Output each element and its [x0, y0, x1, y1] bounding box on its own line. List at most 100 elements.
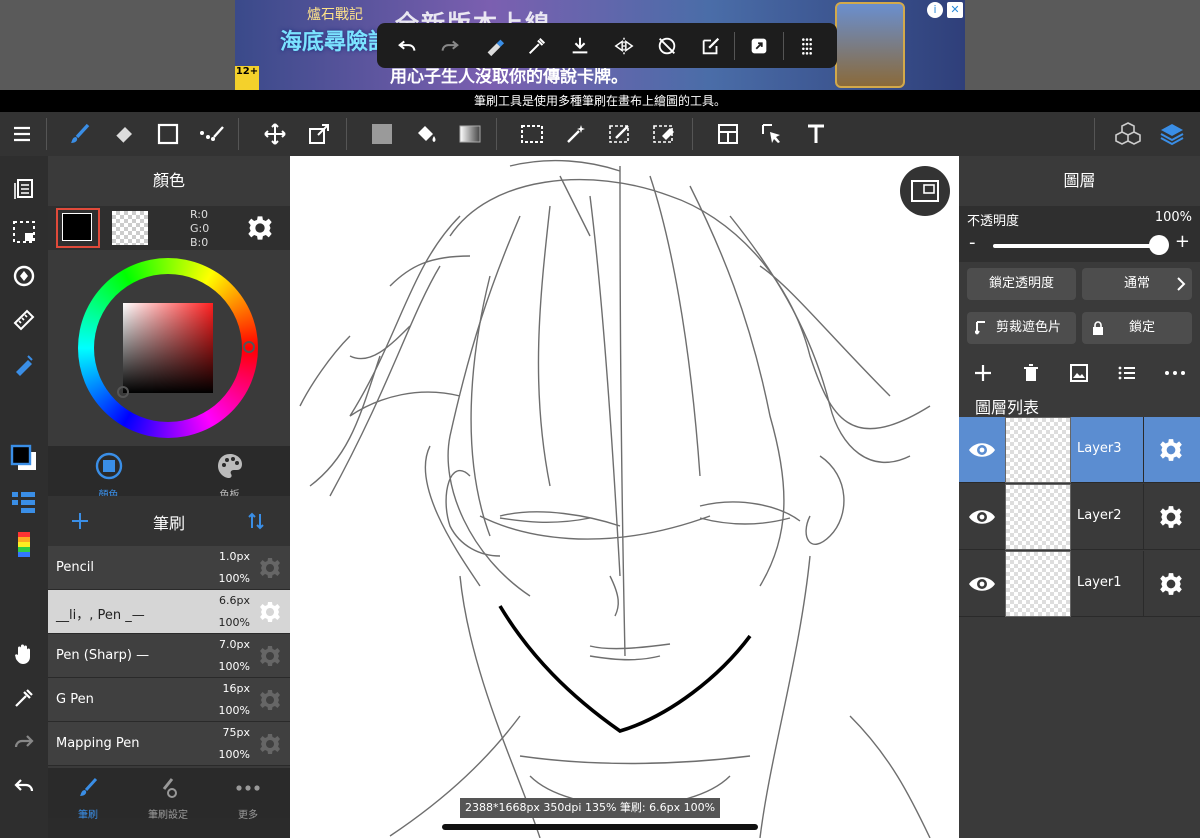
layer-more-button[interactable]: [1155, 352, 1195, 394]
materials-button[interactable]: [1106, 112, 1150, 156]
fill-color-button[interactable]: [360, 112, 404, 156]
clipping-button[interactable]: 剪裁遮色片: [967, 312, 1076, 344]
layer-visibility-toggle[interactable]: [965, 433, 999, 467]
color-swatch-button[interactable]: [0, 438, 48, 478]
brush-settings-gear-icon[interactable]: [258, 556, 282, 580]
hue-wheel[interactable]: [78, 258, 258, 438]
text-tool-button[interactable]: [794, 112, 838, 156]
gradient-tool-button[interactable]: [448, 112, 492, 156]
brush-item-g-pen[interactable]: G Pen 16px 100%: [48, 678, 290, 722]
move-tool-button[interactable]: [253, 112, 297, 156]
paint-bucket-icon: [418, 126, 436, 142]
brush-item-pencil[interactable]: Pencil 1.0px 100%: [48, 546, 290, 590]
page-manager-button[interactable]: [0, 168, 48, 208]
foreground-color-button[interactable]: [56, 208, 100, 248]
eyedropper-strip-button[interactable]: [0, 678, 48, 718]
add-layer-button[interactable]: [963, 352, 1003, 394]
color-settings-gear-icon[interactable]: [246, 214, 274, 242]
tab-more[interactable]: 更多: [208, 768, 288, 821]
layer-settings-gear-icon[interactable]: [1158, 437, 1184, 463]
undo-strip-button[interactable]: [0, 766, 48, 806]
opacity-minus-button[interactable]: -: [969, 232, 976, 253]
quickbar-grid-button[interactable]: [786, 23, 829, 68]
brush-settings-gear-icon[interactable]: [258, 600, 282, 624]
brush-settings-gear-icon[interactable]: [258, 644, 282, 668]
brush-tool-button[interactable]: [58, 112, 102, 156]
selection-show-button[interactable]: [0, 212, 48, 252]
rotate-reset-button[interactable]: [645, 23, 688, 68]
magic-wand-tool-button[interactable]: [554, 112, 598, 156]
redo-button[interactable]: [428, 23, 471, 68]
layer-lock-button[interactable]: 鎖定: [1082, 312, 1192, 344]
save-button[interactable]: [559, 23, 602, 68]
brush-item-pen-sharp[interactable]: Pen (Sharp) — 7.0px 100%: [48, 634, 290, 678]
toolbar-separator: [692, 118, 693, 150]
operation-tool-button[interactable]: [750, 112, 794, 156]
color-palette-strip-button[interactable]: [0, 526, 48, 566]
select-tool-button[interactable]: [510, 112, 554, 156]
layer-row-layer1[interactable]: Layer1: [959, 551, 1200, 617]
correction-tool-button[interactable]: [190, 112, 234, 156]
brush-item-custom-pen[interactable]: __li，, Pen _— 6.6px 100%: [48, 590, 290, 634]
snap-pen-button[interactable]: [0, 344, 48, 384]
layer-row-layer3[interactable]: Layer3: [959, 417, 1200, 483]
eraser-tool-button[interactable]: [102, 112, 146, 156]
lock-alpha-button[interactable]: 鎖定透明度: [967, 268, 1076, 300]
brush-eraser-toggle-button[interactable]: [472, 23, 515, 68]
ad-info-icon[interactable]: i: [927, 2, 943, 18]
selection-eraser-tool-button[interactable]: [642, 112, 686, 156]
eyedropper-button[interactable]: [515, 23, 558, 68]
layer-visibility-toggle[interactable]: [965, 500, 999, 534]
undo-button[interactable]: [385, 23, 428, 68]
layer-row-layer2[interactable]: Layer2: [959, 484, 1200, 550]
drawing-canvas[interactable]: 2388*1668px 350dpi 135% 筆刷: 6.6px 100%: [290, 156, 959, 838]
hand-tool-button[interactable]: [0, 634, 48, 674]
ad-close-icon[interactable]: ✕: [947, 2, 963, 18]
bucket-tool-button[interactable]: [404, 112, 448, 156]
brush-name: Pencil: [56, 560, 94, 575]
flip-button[interactable]: [602, 23, 645, 68]
opacity-slider-track[interactable]: [993, 244, 1161, 248]
tab-brush[interactable]: 筆刷: [48, 768, 128, 821]
sv-knob[interactable]: [117, 386, 129, 398]
opacity-slider-knob[interactable]: [1149, 235, 1169, 255]
brush-settings-gear-icon[interactable]: [258, 688, 282, 712]
shape-tool-button[interactable]: [146, 112, 190, 156]
layer-list-button[interactable]: [1107, 352, 1147, 394]
background-color-button[interactable]: [112, 211, 148, 245]
hue-knob[interactable]: [243, 341, 255, 353]
share-button[interactable]: [737, 23, 780, 68]
frame-divider-tool-button[interactable]: [706, 112, 750, 156]
tab-palette[interactable]: 色板: [169, 446, 290, 501]
blend-mode-button[interactable]: 通常: [1082, 268, 1192, 300]
layer-settings-gear-icon[interactable]: [1158, 571, 1184, 597]
layer-image-button[interactable]: [1059, 352, 1099, 394]
rotate-canvas-button[interactable]: [0, 256, 48, 296]
layer-row-separator: [1143, 417, 1144, 483]
opacity-plus-button[interactable]: +: [1175, 231, 1190, 252]
color-tab-row: 顏色 色板: [48, 446, 290, 501]
layer-settings-gear-icon[interactable]: [1158, 504, 1184, 530]
saturation-value-square[interactable]: [123, 303, 213, 393]
layers-toggle-button[interactable]: [1150, 112, 1194, 156]
layer-name: Layer2: [1077, 508, 1122, 523]
canvas-status-bar: 2388*1668px 350dpi 135% 筆刷: 6.6px 100%: [460, 798, 720, 818]
sort-brush-icon[interactable]: [246, 511, 266, 531]
brush-settings-gear-icon[interactable]: [258, 732, 282, 756]
lock-icon: [1093, 321, 1103, 335]
redo-strip-button[interactable]: [0, 722, 48, 762]
navigator-button[interactable]: [900, 166, 950, 216]
layer-visibility-toggle[interactable]: [965, 567, 999, 601]
ruler-button[interactable]: [0, 300, 48, 340]
brush-item-mapping-pen[interactable]: Mapping Pen 75px 100%: [48, 722, 290, 766]
edit-button[interactable]: [689, 23, 732, 68]
delete-layer-button[interactable]: [1011, 352, 1051, 394]
transform-tool-button[interactable]: [297, 112, 341, 156]
tab-color[interactable]: 顏色: [48, 446, 169, 501]
menu-button[interactable]: [0, 112, 44, 156]
hand-icon: [15, 644, 30, 664]
tab-brush-settings[interactable]: 筆刷設定: [128, 768, 208, 821]
selection-pen-tool-button[interactable]: [598, 112, 642, 156]
brush-list-button[interactable]: [0, 482, 48, 522]
sketch-artwork: [299, 159, 931, 838]
